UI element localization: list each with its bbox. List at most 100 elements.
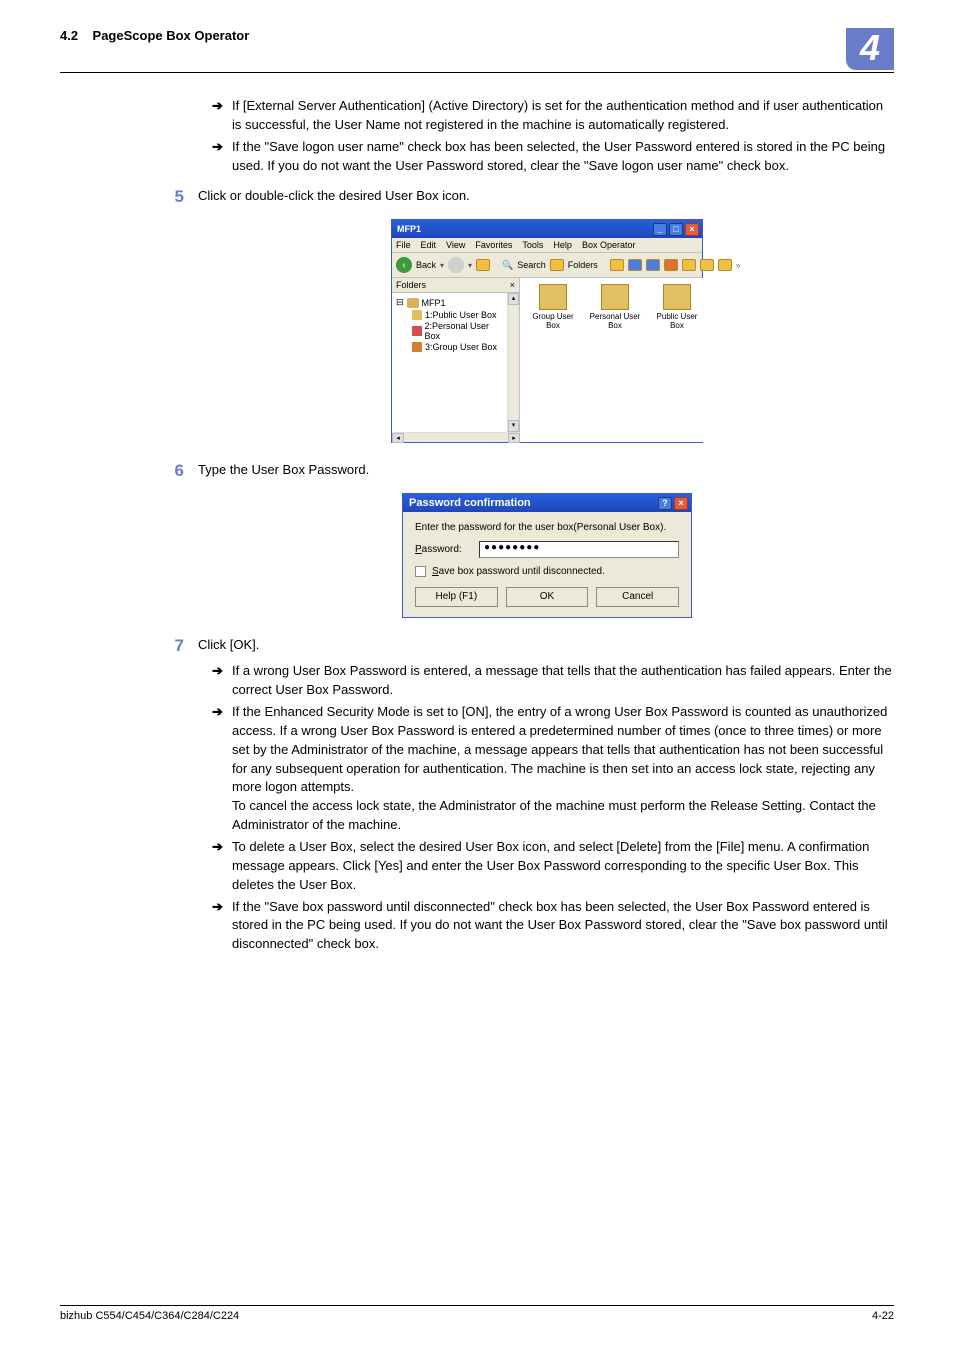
bullet-text: If a wrong User Box Password is entered,…	[232, 662, 894, 700]
search-icon[interactable]: 🔍	[502, 260, 513, 271]
arrow-icon: ➔	[212, 838, 232, 857]
close-pane-icon[interactable]: ×	[510, 280, 515, 290]
close-button[interactable]: ×	[685, 223, 699, 236]
bullet-text: To delete a User Box, select the desired…	[232, 838, 894, 895]
window-title: MFP1	[397, 224, 421, 234]
help-f1-button[interactable]: Help (F1)	[415, 587, 498, 607]
tree-item[interactable]: 1:Public User Box	[412, 310, 503, 320]
tool-icon[interactable]	[700, 256, 714, 274]
password-row: Password: ●●●●●●●●	[415, 541, 679, 558]
arrow-icon: ➔	[212, 138, 232, 157]
chapter-badge: 4	[846, 28, 894, 70]
page-footer: bizhub C554/C454/C364/C284/C224 4-22	[60, 1305, 894, 1322]
footer-page: 4-22	[872, 1310, 894, 1322]
folders-header: Folders ×	[392, 278, 519, 293]
tool-icon[interactable]	[628, 256, 642, 274]
scroll-right-button[interactable]: ▸	[508, 433, 520, 443]
step-text: Click or double-click the desired User B…	[198, 187, 894, 206]
folders-button[interactable]	[550, 256, 564, 274]
vertical-scrollbar[interactable]: ▴ ▾	[507, 293, 519, 432]
tool-icon[interactable]	[610, 256, 624, 274]
folders-label: Folders	[568, 260, 598, 270]
menu-file[interactable]: File	[396, 240, 411, 250]
arrow-icon: ➔	[212, 703, 232, 722]
dialog-controls: ? ×	[658, 497, 688, 510]
step-text: Click [OK].	[198, 636, 894, 655]
menu-help[interactable]: Help	[553, 240, 572, 250]
tool-icon[interactable]	[664, 256, 678, 274]
user-box-label: Public User Box	[650, 312, 704, 330]
toolbar: ‹ Back ▾ ▾ 🔍 Search Folders »	[392, 253, 702, 278]
window-titlebar: MFP1 _ □ ×	[392, 220, 702, 238]
content-area: ➔ If [External Server Authentication] (A…	[200, 97, 894, 954]
bullet-text: If the "Save box password until disconne…	[232, 898, 894, 955]
bullet-text: If [External Server Authentication] (Act…	[232, 97, 894, 135]
scroll-left-button[interactable]: ◂	[392, 433, 404, 443]
cancel-button[interactable]: Cancel	[596, 587, 679, 607]
bullet-item: ➔ To delete a User Box, select the desir…	[200, 838, 894, 895]
menu-tools[interactable]: Tools	[522, 240, 543, 250]
password-label: Password:	[415, 544, 471, 555]
save-password-checkbox[interactable]	[415, 566, 426, 577]
screenshot-2-wrap: Password confirmation ? × Enter the pass…	[200, 493, 894, 618]
tree-item-label: 2:Personal User Box	[425, 321, 503, 341]
footer-model: bizhub C554/C454/C364/C284/C224	[60, 1310, 239, 1322]
scroll-up-button[interactable]: ▴	[508, 293, 519, 305]
step-6: 6 Type the User Box Password.	[200, 461, 894, 481]
password-input[interactable]: ●●●●●●●●	[479, 541, 679, 558]
checkbox-label: Save box password until disconnected.	[432, 566, 605, 577]
bullet-text: If the Enhanced Security Mode is set to …	[232, 703, 894, 835]
step-number: 6	[168, 461, 198, 481]
expand-icon[interactable]: ⊟	[396, 297, 404, 308]
sidebar: Folders × ⊟ MFP1 1:Pu	[392, 278, 520, 432]
tool-icon[interactable]	[646, 256, 660, 274]
user-box-item[interactable]: Public User Box	[650, 284, 704, 330]
minimize-button[interactable]: _	[653, 223, 667, 236]
printer-icon	[407, 298, 419, 308]
dialog-title: Password confirmation	[409, 497, 531, 509]
user-box-icon	[663, 284, 691, 310]
close-button[interactable]: ×	[674, 497, 688, 510]
dialog-instruction: Enter the password for the user box(Pers…	[415, 522, 679, 533]
section-name: PageScope Box Operator	[93, 28, 250, 43]
user-box-item[interactable]: Personal User Box	[588, 284, 642, 330]
horizontal-scrollbar[interactable]: ◂ ▸	[392, 432, 520, 442]
section-number: 4.2	[60, 28, 78, 43]
user-box-label: Personal User Box	[588, 312, 642, 330]
screenshot-1-wrap: MFP1 _ □ × File Edit View Favorites Tool…	[200, 219, 894, 443]
dialog-buttons: Help (F1) OK Cancel	[415, 587, 679, 607]
step-5: 5 Click or double-click the desired User…	[200, 187, 894, 207]
user-box-label: Group User Box	[526, 312, 580, 330]
tree-item[interactable]: 2:Personal User Box	[412, 321, 503, 341]
bullet-text: If the "Save logon user name" check box …	[232, 138, 894, 176]
arrow-icon: ➔	[212, 662, 232, 681]
step-number: 5	[168, 187, 198, 207]
search-label: Search	[517, 260, 546, 270]
tree-item[interactable]: 3:Group User Box	[412, 342, 503, 352]
help-button[interactable]: ?	[658, 497, 672, 510]
menu-edit[interactable]: Edit	[421, 240, 437, 250]
user-box-icon	[539, 284, 567, 310]
up-button[interactable]	[476, 256, 490, 274]
user-box-item[interactable]: Group User Box	[526, 284, 580, 330]
tree-root[interactable]: ⊟ MFP1	[396, 297, 503, 308]
scroll-down-button[interactable]: ▾	[508, 420, 519, 432]
menu-favorites[interactable]: Favorites	[475, 240, 512, 250]
menu-box-operator[interactable]: Box Operator	[582, 240, 636, 250]
ok-button[interactable]: OK	[506, 587, 589, 607]
tool-icon[interactable]	[718, 256, 732, 274]
chevron-down-icon[interactable]: ▾	[468, 261, 472, 270]
back-label: Back	[416, 260, 436, 270]
step-7: 7 Click [OK].	[200, 636, 894, 656]
chevron-down-icon[interactable]: ▾	[440, 261, 444, 270]
dialog-body: Enter the password for the user box(Pers…	[403, 512, 691, 617]
toolbar-overflow-icon[interactable]: »	[736, 261, 740, 270]
tool-icon[interactable]	[682, 256, 696, 274]
mfp-window: MFP1 _ □ × File Edit View Favorites Tool…	[391, 219, 703, 443]
checkbox-row: Save box password until disconnected.	[415, 566, 679, 577]
menu-view[interactable]: View	[446, 240, 465, 250]
maximize-button[interactable]: □	[669, 223, 683, 236]
dialog-titlebar: Password confirmation ? ×	[403, 494, 691, 512]
back-button[interactable]: ‹	[396, 256, 412, 274]
forward-button[interactable]	[448, 256, 464, 274]
